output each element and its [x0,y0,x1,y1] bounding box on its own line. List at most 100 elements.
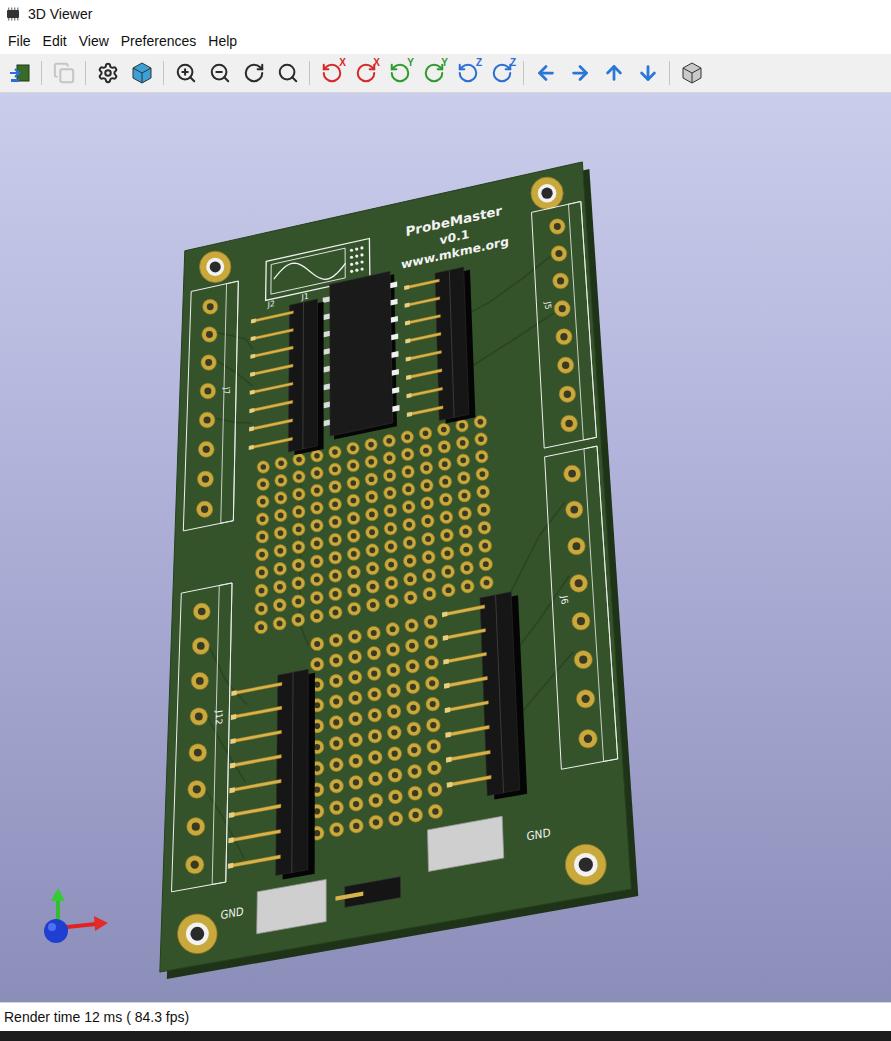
pad [365,490,378,503]
pad [387,684,401,698]
pad [329,533,342,546]
toolbar-button[interactable]: X [316,58,347,89]
pad [255,584,268,597]
pad [348,671,361,684]
toolbar-button[interactable] [676,58,707,89]
pad [576,690,594,708]
toolbar-button[interactable]: Y [384,58,415,89]
toolbar-button[interactable]: Y [418,58,449,89]
pad [310,573,323,586]
pad [274,527,287,540]
toolbar-button[interactable] [238,58,269,89]
pad [311,450,323,462]
header-pin [444,676,488,688]
pad [457,454,470,467]
terminal-block [172,583,233,892]
toolbar-button[interactable] [204,58,235,89]
pad [293,453,305,465]
pad [292,613,305,626]
pad [187,818,205,836]
pad [311,637,324,650]
pad [348,602,361,615]
header-pin [228,855,281,869]
pad [292,523,305,536]
ic-pin [391,299,398,306]
menu-item[interactable]: Preferences [115,30,202,52]
pad [193,603,210,620]
toolbar-button[interactable] [4,58,35,89]
pad [275,474,287,486]
pad [347,459,360,472]
header-pin [250,346,293,359]
pad [408,808,422,822]
pad [311,502,324,515]
pad [420,444,433,457]
menu-item[interactable]: Help [202,30,243,52]
toolbar-button[interactable] [632,58,663,89]
menu-item[interactable]: Edit [37,30,73,52]
header-pin [445,701,489,713]
copper-trace [209,647,247,705]
mounting-hole [565,844,606,885]
pad [388,790,402,804]
header-pin [228,829,280,843]
3d-viewport[interactable]: ProbeMasterv0.1www.mkme.orgGNDGNDJ1J2J7J… [0,93,891,1002]
toolbar-button[interactable]: Z [486,58,517,89]
toolbar-button[interactable]: Z [452,58,483,89]
toolbar-button[interactable] [126,58,157,89]
rotate-x-cw-icon [355,62,377,84]
pad [329,463,342,476]
pad [428,804,442,818]
pad [329,654,342,667]
pad [330,801,344,815]
pad [200,383,216,399]
pad [441,565,454,578]
pad [202,327,217,342]
pad [329,569,342,582]
toolbar-separator [523,61,524,85]
toolbar-group [92,58,157,89]
gear-icon [97,62,119,84]
ic-pin [323,384,330,391]
title-bar: 3D Viewer [0,0,891,28]
pin-header [442,592,527,800]
header-pin [407,406,443,417]
pad [349,691,363,705]
toolbar-button[interactable] [564,58,595,89]
pad [349,775,363,789]
pad [477,485,490,498]
board-silkscreen: ProbeMasterv0.1www.mkme.orgGNDGNDJ1J2J7J… [214,203,570,922]
terminal-block [545,446,618,769]
toolbar-button[interactable] [92,58,123,89]
pin-header [228,669,315,879]
toolbar-button[interactable] [530,58,561,89]
pad [405,619,418,632]
pcb-render[interactable]: ProbeMasterv0.1www.mkme.orgGNDGNDJ1J2J7J… [0,93,891,1002]
pad [551,246,567,262]
chip-icon [4,6,22,22]
pad [368,708,382,722]
ic-pin [323,420,330,427]
rotate-y-ccw-icon [389,62,411,84]
pad [460,561,473,574]
menu-item[interactable]: View [73,30,115,52]
toolbar-button[interactable] [48,58,79,89]
header-pin [442,605,485,617]
status-bar: Render time 12 ms ( 84.3 fps) [0,1002,891,1031]
pad [384,522,397,535]
rotate-z-cw-icon [491,62,513,84]
toolbar-button[interactable]: X [350,58,381,89]
toolbar-button[interactable] [170,58,201,89]
terminal-block [532,201,597,448]
toolbar-button[interactable] [598,58,629,89]
copper-trace [217,333,252,349]
pad [385,595,398,608]
pad [310,537,323,550]
arrow-left-icon [535,62,557,84]
toolbar-button[interactable] [272,58,303,89]
pad [387,663,401,677]
pad [347,442,359,454]
pad [383,435,395,447]
pad [568,537,585,554]
menu-item[interactable]: File [2,30,37,52]
